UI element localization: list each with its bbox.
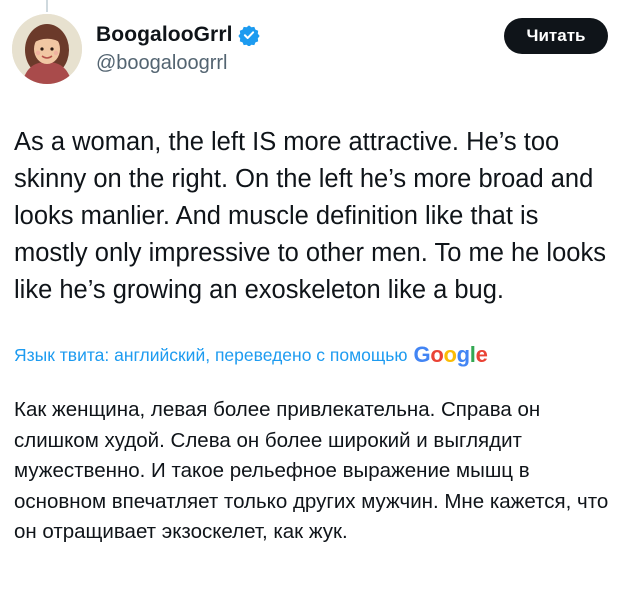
avatar-image [12,14,82,84]
author-display-name[interactable]: BoogalooGrrl [96,23,233,47]
translation-label[interactable]: Язык твита: английский, переведено с пом… [14,345,408,366]
author-name-row: BoogalooGrrl [96,22,260,48]
thread-connector-line [46,0,48,12]
tweet-text: As a woman, the left IS more attractive.… [14,128,606,304]
follow-button[interactable]: Читать [504,18,608,54]
author-block: BoogalooGrrl @boogaloogrrl [96,22,260,75]
avatar[interactable] [12,14,82,84]
translation-attribution: Язык твита: английский, переведено с пом… [14,340,624,370]
google-logo: Google [413,342,488,367]
translated-tweet-text: Как женщина, левая более привлекательна.… [14,398,609,543]
author-handle[interactable]: @boogaloogrrl [96,52,260,75]
verified-badge-icon[interactable] [237,24,260,46]
